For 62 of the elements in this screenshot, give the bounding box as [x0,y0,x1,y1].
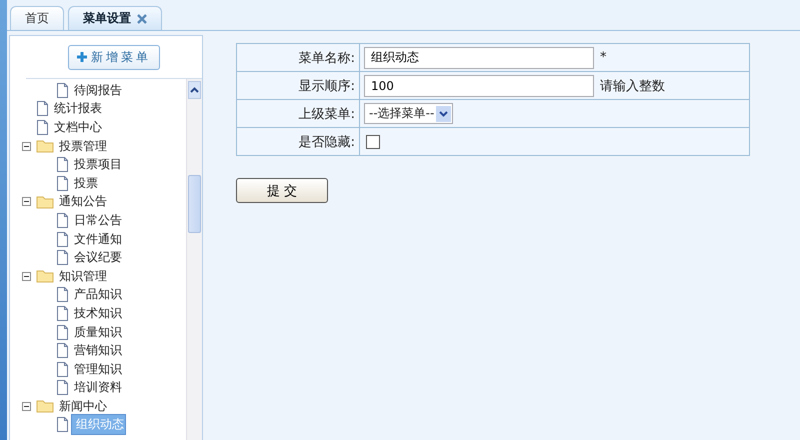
tree-item[interactable]: 新闻中心 [56,396,110,416]
scroll-thumb[interactable] [188,175,201,233]
tab[interactable]: 首页 [10,6,64,30]
tree-item[interactable]: 技术知识 [71,304,125,323]
field-note: 请输入整数 [600,78,665,94]
tree-item[interactable]: 通知公告 [56,192,110,212]
document-icon [56,176,69,191]
tree-item[interactable]: 产品知识 [71,285,125,304]
document-icon [56,324,69,340]
close-icon[interactable] [137,14,147,24]
scroll-up-button[interactable] [188,81,201,99]
tree-item[interactable]: 投票管理 [56,136,110,156]
input-field[interactable]: 100 [364,74,594,96]
dropdown-icon [436,106,452,122]
tree-item[interactable]: 文档中心 [51,118,105,137]
document-icon [56,306,69,321]
collapse-icon[interactable] [22,402,31,411]
input-field[interactable]: 组织动态 [364,46,594,68]
tree-item[interactable]: 管理知识 [71,360,125,379]
field-label: 是否隐藏: [236,128,360,156]
hide-checkbox[interactable] [366,134,380,148]
add-menu-button[interactable]: 新增菜单 [68,44,160,70]
tree-item[interactable]: 知识管理 [56,266,110,286]
document-icon [56,362,69,377]
field-label: 上级菜单: [236,100,360,128]
document-icon [56,212,69,228]
tree-item[interactable]: 待阅报告 [71,80,125,100]
document-icon [56,232,69,247]
submit-button[interactable]: 提 交 [236,178,328,203]
folder-icon [36,139,54,154]
tree-item[interactable]: 培训资料 [71,378,125,398]
document-icon [36,101,49,116]
tree-item[interactable]: 文件通知 [71,230,125,249]
collapse-icon[interactable] [22,142,31,151]
parent-menu-select[interactable]: --选择菜单-- [364,103,454,124]
tree-item[interactable]: 投票 [71,174,101,193]
caret-up-icon [190,87,199,93]
document-icon [56,417,69,432]
folder-icon [36,269,54,284]
tree-item[interactable]: 会议纪要 [71,248,125,268]
tree-item[interactable]: 日常公告 [71,210,125,230]
field-note: * [600,50,606,65]
document-icon [56,343,69,358]
folder-icon [36,399,54,414]
document-icon [56,157,69,172]
collapse-icon[interactable] [22,272,31,281]
tree-item[interactable]: 营销知识 [71,341,125,360]
scrollbar[interactable] [186,79,202,440]
tree-item[interactable]: 统计报表 [51,99,105,118]
document-icon [56,380,69,396]
folder-icon [36,194,54,209]
document-icon [36,120,49,135]
plus-icon [77,52,87,62]
collapse-icon[interactable] [22,197,31,206]
document-icon [56,250,69,266]
field-label: 显示顺序: [236,72,360,100]
document-icon [56,82,69,98]
tree-item[interactable]: 投票项目 [71,155,125,174]
field-label: 菜单名称: [236,44,360,72]
tab[interactable]: 菜单设置 [68,6,162,30]
tree-item[interactable]: 质量知识 [71,322,125,342]
document-icon [56,287,69,302]
